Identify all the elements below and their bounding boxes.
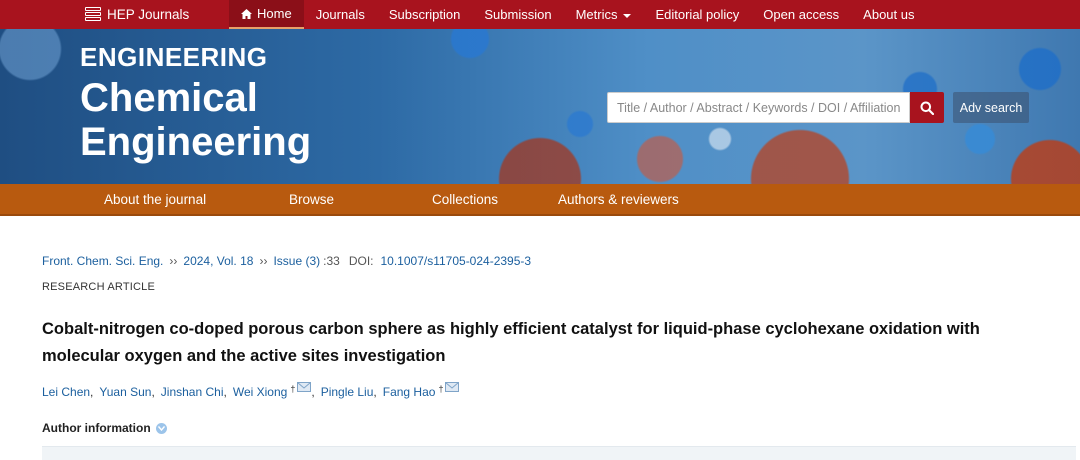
subnav-about-journal[interactable]: About the journal xyxy=(104,184,206,215)
search-button[interactable] xyxy=(910,92,944,123)
breadcrumb-separator: ›› xyxy=(259,254,268,268)
author-information-label: Author information xyxy=(42,421,151,435)
brand-name: HEP Journals xyxy=(107,7,190,22)
author-name[interactable]: Jinshan Chi xyxy=(161,385,224,399)
author-list: Lei Chen, Yuan Sun, Jinshan Chi, Wei Xio… xyxy=(42,382,460,399)
search-input[interactable] xyxy=(608,93,909,122)
mail-icon[interactable] xyxy=(445,382,460,392)
mail-icon[interactable] xyxy=(297,382,312,392)
issue-link[interactable]: Issue (3) xyxy=(273,254,320,268)
journal-link[interactable]: Front. Chem. Sci. Eng. xyxy=(42,254,163,268)
journal-subnav: About the journal Browse Collections Aut… xyxy=(0,184,1080,216)
author-name[interactable]: Pingle Liu xyxy=(321,385,374,399)
banner-title-line2: Engineering xyxy=(80,120,312,164)
author-name[interactable]: Fang Hao xyxy=(383,385,436,399)
doi-link[interactable]: 10.1007/s11705-024-2395-3 xyxy=(381,254,532,268)
author-name[interactable]: Lei Chen xyxy=(42,385,90,399)
nav-home[interactable]: Home xyxy=(229,0,304,29)
nav-home-label: Home xyxy=(257,6,292,21)
breadcrumb-separator: ›› xyxy=(169,254,178,268)
volume-link[interactable]: 2024, Vol. 18 xyxy=(183,254,253,268)
article-type: RESEARCH ARTICLE xyxy=(42,281,156,293)
nav-open-access[interactable]: Open access xyxy=(751,0,851,29)
nav-submission[interactable]: Submission xyxy=(472,0,563,29)
main-nav: Home Journals Subscription Submission Me… xyxy=(229,0,927,29)
doi-label: DOI: xyxy=(348,254,374,268)
banner-title-line1: Chemical xyxy=(80,76,258,120)
subnav-browse[interactable]: Browse xyxy=(289,184,334,215)
caret-down-icon xyxy=(623,13,632,18)
article-title: Cobalt-nitrogen co-doped porous carbon s… xyxy=(42,320,980,365)
nav-editorial-policy[interactable]: Editorial policy xyxy=(643,0,751,29)
subnav-authors-reviewers[interactable]: Authors & reviewers xyxy=(558,184,679,215)
subnav-collections[interactable]: Collections xyxy=(432,184,498,215)
nav-about-us[interactable]: About us xyxy=(851,0,926,29)
books-icon xyxy=(84,6,103,23)
author-information-toggle[interactable]: Author information xyxy=(42,421,167,435)
home-icon xyxy=(241,8,252,19)
author-name[interactable]: Wei Xiong xyxy=(233,385,287,399)
adv-search-button[interactable]: Adv search xyxy=(953,92,1029,123)
chevron-down-icon xyxy=(155,422,167,434)
nav-journals[interactable]: Journals xyxy=(304,0,377,29)
abstract-panel xyxy=(42,446,1076,460)
nav-metrics[interactable]: Metrics xyxy=(564,0,644,29)
author-separator: , xyxy=(151,385,155,399)
author-name[interactable]: Yuan Sun xyxy=(99,385,151,399)
search-field[interactable] xyxy=(607,92,910,123)
author-separator: , xyxy=(311,385,315,399)
author-separator: , xyxy=(90,385,94,399)
author-separator: , xyxy=(373,385,377,399)
journal-banner: ENGINEERING Chemical Engineering Adv sea… xyxy=(0,29,1080,184)
search-icon xyxy=(920,101,934,115)
corresponding-mark: † xyxy=(290,384,296,394)
nav-metrics-label: Metrics xyxy=(575,7,618,22)
author-separator: , xyxy=(223,385,227,399)
brand-logo[interactable]: HEP Journals xyxy=(84,4,189,25)
breadcrumb: Front. Chem. Sci. Eng. ›› 2024, Vol. 18 … xyxy=(42,254,531,268)
article-number: :33 xyxy=(323,254,340,268)
corresponding-mark: † xyxy=(438,384,444,394)
nav-subscription[interactable]: Subscription xyxy=(377,0,473,29)
banner-title-small: ENGINEERING xyxy=(80,42,268,72)
top-navbar: HEP Journals Home Journals Subscription … xyxy=(0,0,1080,29)
